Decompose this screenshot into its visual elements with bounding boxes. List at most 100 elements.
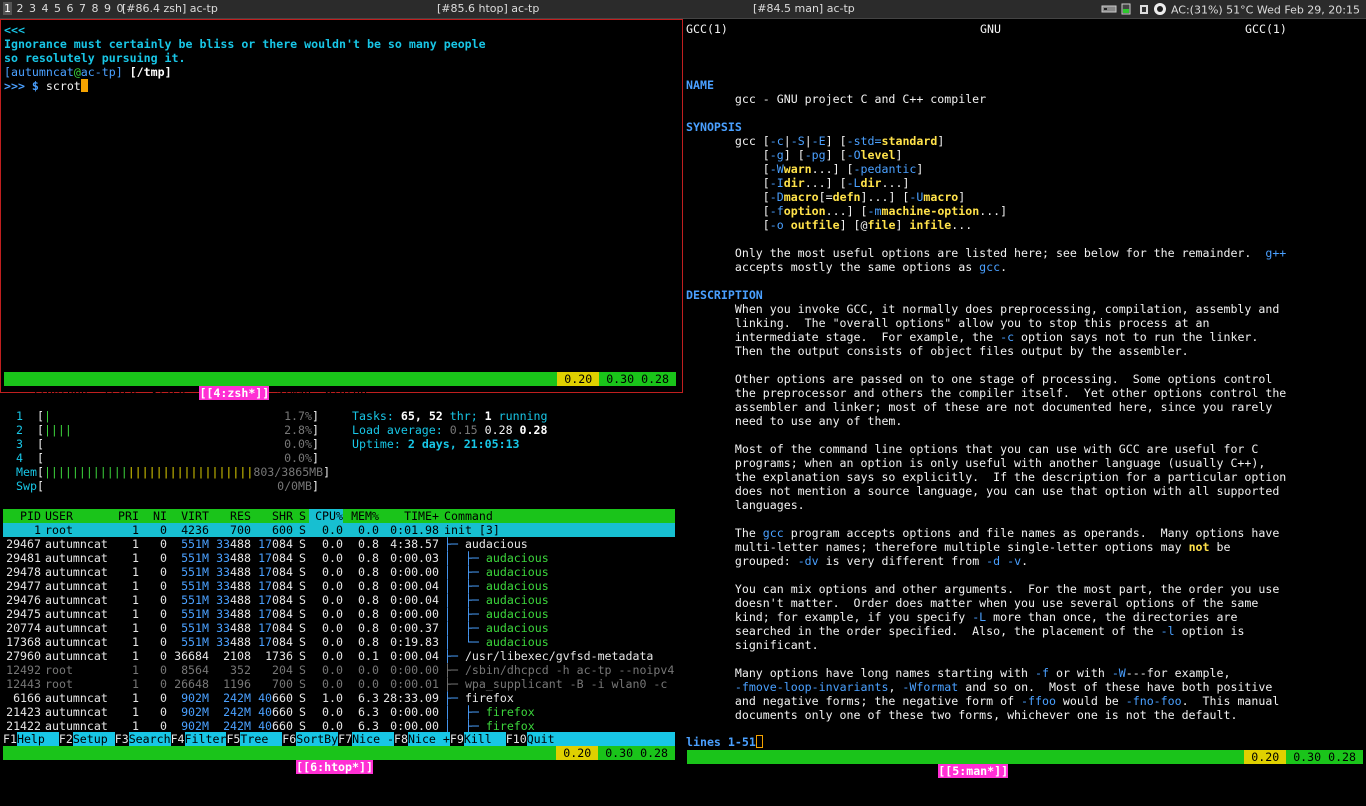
tray-app-icon[interactable] — [1153, 2, 1167, 19]
tag-6[interactable]: 6 — [66, 2, 75, 15]
process-row[interactable]: 17368 autumncat 1 0 551M 33488 17084 S 0.0 0.8 0:1… — [3, 635, 675, 649]
tag-1[interactable]: 1 — [3, 2, 12, 15]
fkey-f8[interactable]: F8 — [394, 732, 408, 746]
cpu-bar: | — [43, 409, 51, 423]
workspace-tags: 1 2 3 4 5 6 7 8 9 0 — [3, 2, 125, 15]
process-cpu: 0.0 — [322, 593, 343, 607]
tag-3[interactable]: 3 — [28, 2, 37, 15]
fkey-label[interactable]: Quit — [527, 732, 569, 746]
process-s: S — [299, 537, 306, 551]
fkey-f6[interactable]: F6 — [282, 732, 297, 746]
tag-4[interactable]: 4 — [41, 2, 50, 15]
tag-2[interactable]: 2 — [16, 2, 25, 15]
battery-icon[interactable] — [1120, 3, 1134, 18]
column-header-ni[interactable]: NI — [139, 509, 167, 523]
process-row[interactable]: 12443 root 1 0 26648 1196 700 S 0.0 0.0 0:00.01 ├─ … — [3, 677, 675, 691]
process-row[interactable]: 29481 autumncat 1 0 551M 33488 17084 S 0.0 0.8 0:0… — [3, 551, 675, 565]
fkey-label[interactable]: Nice + — [408, 732, 450, 746]
htop-pane[interactable]: 1 [| 1.7% ] 2 [|||| 2.8% ] 3 [ 0.0% ] 4 … — [0, 394, 683, 774]
pager-cursor — [755, 735, 763, 748]
process-mem: 0.8 — [358, 537, 379, 551]
process-ni: 0 — [160, 719, 167, 733]
value-units: 084 — [272, 579, 293, 593]
volume-icon[interactable] — [1138, 3, 1150, 18]
process-row[interactable]: 20774 autumncat 1 0 551M 33488 17084 S 0.0 0.8 0:0… — [3, 621, 675, 635]
fkey-f7[interactable]: F7 — [338, 732, 353, 746]
window-title-zsh[interactable]: [#86.4 zsh] ac-tp — [122, 2, 218, 15]
fkey-f2[interactable]: F2 — [58, 732, 73, 746]
column-header-time[interactable]: TIME+ — [379, 509, 439, 523]
tmux-windows-before[interactable]: 1:python 2:zsh- 3:zsh 4:zsh 5:man — [31, 760, 296, 774]
fkey-f1[interactable]: F1 — [3, 732, 17, 746]
tmux-windows-after[interactable]: 6:htop — [1008, 764, 1057, 778]
window-title-man[interactable]: [#84.5 man] ac-tp — [753, 2, 855, 15]
fkey-label[interactable]: Filter — [185, 732, 227, 746]
process-row[interactable]: 29478 autumncat 1 0 551M 33488 17084 S 0.0 0.8 0:0… — [3, 565, 675, 579]
column-header-shr[interactable]: SHR — [251, 509, 293, 523]
load-average-meter: Load average: 0.15 0.28 0.28 — [352, 423, 547, 437]
typed-command[interactable]: scrot — [46, 79, 81, 93]
fkey-f5[interactable]: F5 — [226, 732, 241, 746]
process-tree-branch: │ ├─ — [444, 621, 486, 635]
process-row[interactable]: 29467 autumncat 1 0 551M 33488 17084 S 0.0 0.8 4:3… — [3, 537, 675, 551]
tag-7[interactable]: 7 — [78, 2, 87, 15]
fkey-label[interactable]: Help — [17, 732, 59, 746]
column-header-virt[interactable]: VIRT — [167, 509, 209, 523]
window-title-htop[interactable]: [#85.6 htop] ac-tp — [437, 2, 539, 15]
value-units: 488 — [230, 537, 251, 551]
zsh-terminal-pane[interactable]: <<< Ignorance must certainly be bliss or… — [0, 19, 683, 400]
process-user: root — [45, 663, 73, 677]
fkey-f3[interactable]: F3 — [114, 732, 129, 746]
fkey-f10[interactable]: F10 — [505, 732, 527, 746]
fkey-f9[interactable]: F9 — [449, 732, 464, 746]
fkey-f4[interactable]: F4 — [170, 732, 185, 746]
column-header-mem[interactable]: MEM% — [345, 509, 379, 523]
column-header-pid[interactable]: PID — [3, 509, 41, 523]
column-header-user[interactable]: USER — [45, 509, 115, 523]
fkey-label[interactable]: Tree — [240, 732, 282, 746]
process-user: root — [45, 677, 73, 691]
tmux-active-window[interactable]: [[6:htop*]] — [296, 760, 373, 774]
fkey-label[interactable]: SortBy — [296, 732, 338, 746]
column-header-s[interactable]: S — [299, 509, 309, 523]
process-row[interactable]: 21422 autumncat 1 0 902M 242M 40660 S 0.0 6.3 0:00… — [3, 719, 675, 733]
process-pri: 1 — [132, 691, 139, 705]
process-row[interactable]: 29476 autumncat 1 0 551M 33488 17084 S 0.0 0.8 0:0… — [3, 593, 675, 607]
value-thousands: 33 — [216, 579, 231, 593]
uptime-value: 2 days, 21:05:13 — [407, 437, 520, 451]
column-header-pri[interactable]: PRI — [115, 509, 139, 523]
process-pri: 1 — [132, 537, 139, 551]
column-header-command[interactable]: Command — [444, 509, 674, 523]
tag-8[interactable]: 8 — [91, 2, 100, 15]
tmux-active-window[interactable]: [[5:man*]] — [938, 764, 1009, 778]
column-header-cpu[interactable]: CPU% — [309, 509, 343, 523]
tag-5[interactable]: 5 — [53, 2, 62, 15]
process-row[interactable]: 6166 autumncat 1 0 902M 242M 40660 S 1.0 6.3 28:33… — [3, 691, 675, 705]
fkey-label[interactable]: Setup — [73, 732, 115, 746]
process-row-selected[interactable]: 1 root 1 0 4236 700 600 S 0.0 0.0 0:01.98 init [3] — [3, 523, 675, 537]
process-mem: 0.8 — [358, 607, 379, 621]
process-mem: 0.8 — [358, 593, 379, 607]
process-row[interactable]: 21423 autumncat 1 0 902M 242M 40660 S 0.0 6.3 0:00… — [3, 705, 675, 719]
process-row[interactable]: 12492 root 1 0 8564 352 204 S 0.0 0.0 0:00.00 ├─ /s… — [3, 663, 675, 677]
pager-prompt[interactable]: lines 1-51 — [686, 735, 763, 749]
process-row[interactable]: 29477 autumncat 1 0 551M 33488 17084 S 0.0 0.8 0:0… — [3, 579, 675, 593]
fkey-label[interactable]: Nice - — [352, 732, 394, 746]
process-cpu: 1.0 — [322, 691, 343, 705]
fkey-label[interactable]: Kill — [464, 732, 506, 746]
column-header-res[interactable]: RES — [209, 509, 251, 523]
process-row[interactable]: 27960 autumncat 1 0 36684 2108 1736 S 0.0 0.1 0:00… — [3, 649, 675, 663]
process-res: 33488 — [209, 565, 251, 579]
fkey-label[interactable]: Search — [129, 732, 171, 746]
tmux-windows-before[interactable]: 1:python 2:zsh 3:zsh 4:zsh- — [715, 764, 938, 778]
process-tree-branch: │ ├─ — [444, 593, 486, 607]
network-icon[interactable] — [1101, 3, 1117, 18]
man-page-pane[interactable]: GCC(1) GNU GCC(1) NAME gcc - GNU project… — [684, 19, 1366, 778]
synopsis-line: [-foption...] [-mmachine-option...] — [686, 204, 1008, 218]
process-ni: 0 — [160, 551, 167, 565]
command-line[interactable]: >>> $ scrot — [4, 79, 88, 93]
cpu-label: 4 — [16, 451, 23, 465]
tag-9[interactable]: 9 — [103, 2, 112, 15]
man-paragraph: does not mention a source language, you … — [686, 484, 1280, 498]
process-row[interactable]: 29475 autumncat 1 0 551M 33488 17084 S 0.0 0.8 0:0… — [3, 607, 675, 621]
